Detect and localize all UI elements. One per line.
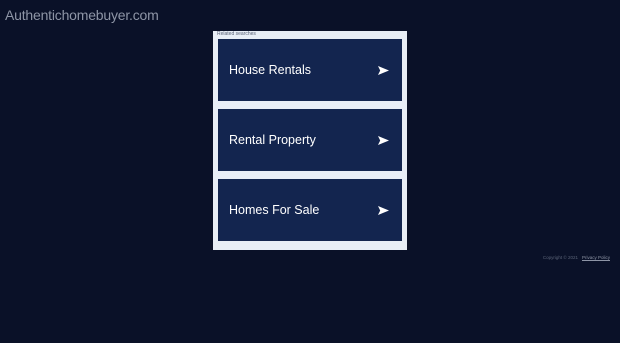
related-search-rental-property[interactable]: Rental Property (218, 109, 402, 171)
privacy-policy-link[interactable]: Privacy Policy (582, 255, 610, 260)
arrow-right-icon (378, 205, 389, 215)
arrow-right-icon (378, 65, 389, 75)
related-search-label: Rental Property (229, 133, 316, 147)
related-searches-caption: Related searches (217, 31, 256, 37)
related-search-label: Homes For Sale (229, 203, 320, 217)
arrow-right-icon (378, 135, 389, 145)
site-title: Authentichomebuyer.com (5, 7, 159, 23)
page: Authentichomebuyer.com Related searches … (0, 0, 620, 343)
footer: Copyright © 2021 Privacy Policy (543, 255, 610, 260)
related-searches-panel: Related searches House Rentals Rental Pr… (213, 31, 407, 250)
related-search-house-rentals[interactable]: House Rentals (218, 39, 402, 101)
related-search-label: House Rentals (229, 63, 311, 77)
copyright-text: Copyright © 2021 (542, 255, 578, 260)
related-search-homes-for-sale[interactable]: Homes For Sale (218, 179, 402, 241)
